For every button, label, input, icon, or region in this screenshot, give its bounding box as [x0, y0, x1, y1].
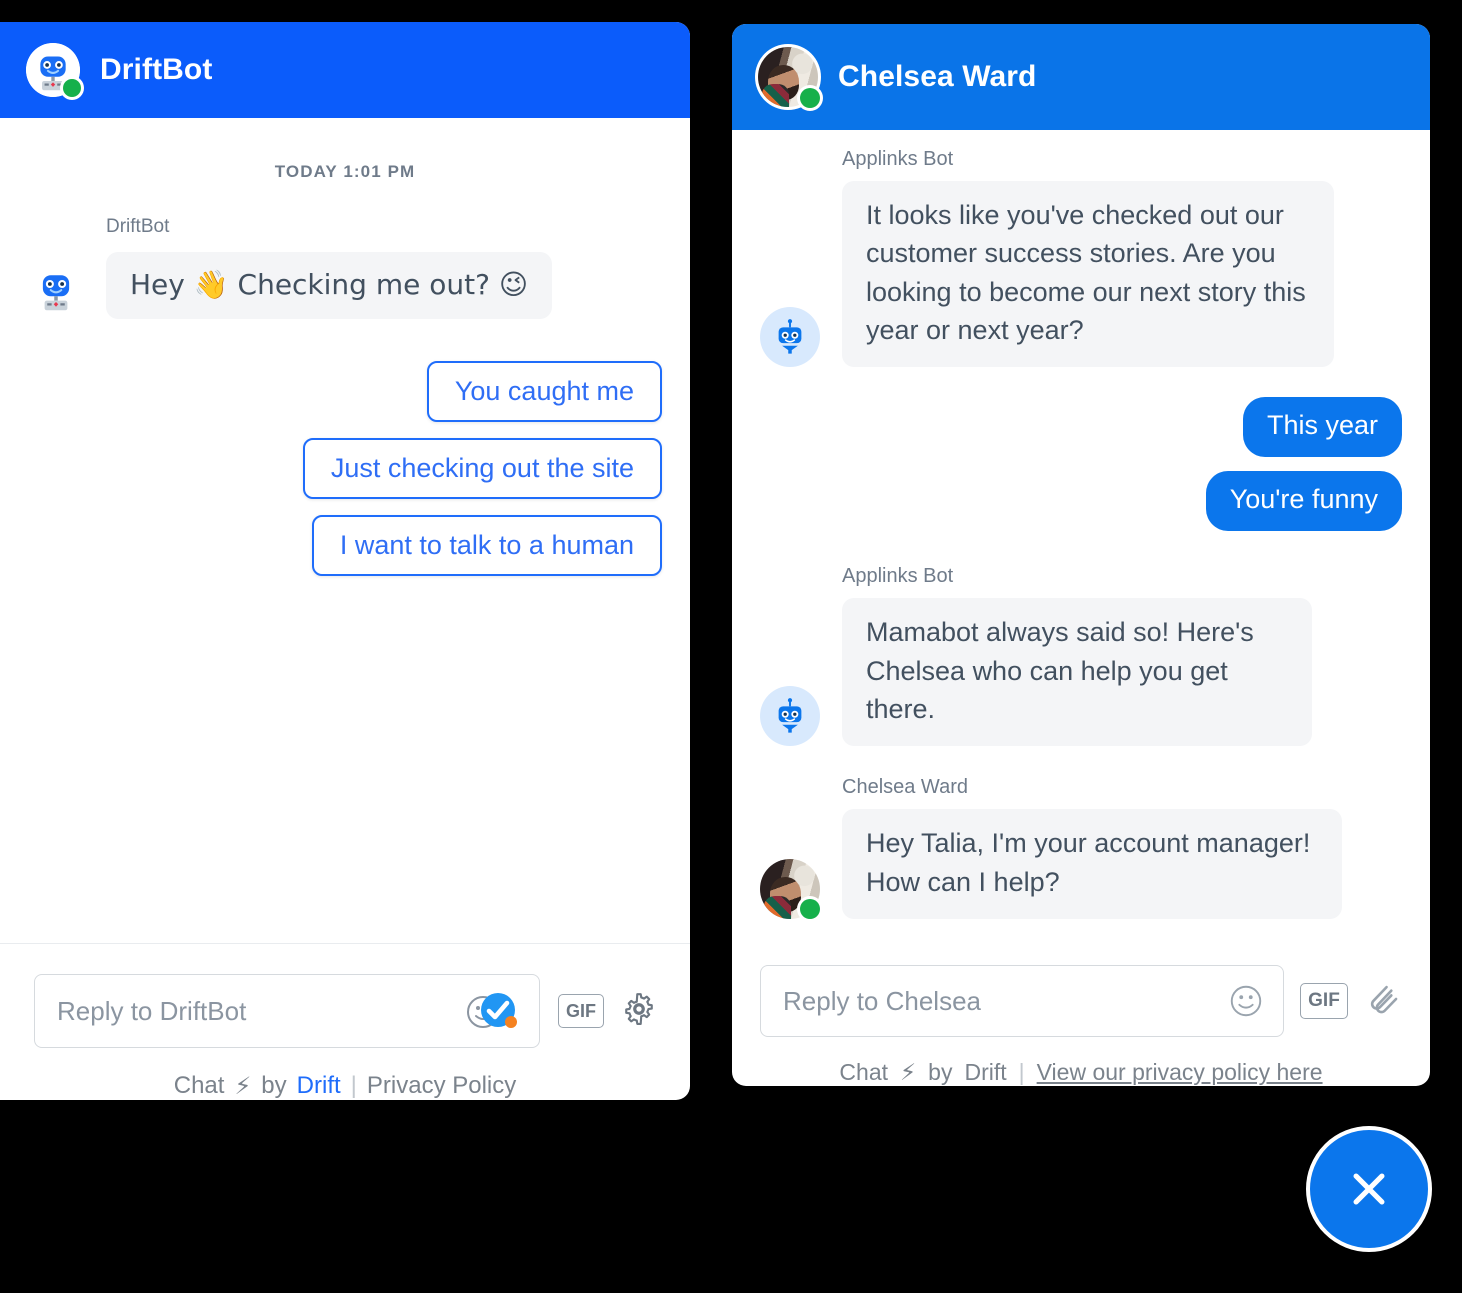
bolt-icon: ⚡ — [900, 1060, 916, 1086]
message-row: Mamabot always said so! Here's Chelsea w… — [760, 598, 1402, 746]
message-sender: Applinks Bot — [842, 148, 1402, 171]
left-composer: Reply to DriftBot GIF — [0, 944, 690, 1048]
quick-reply-list: You caught me Just checking out the site… — [28, 361, 662, 576]
left-panel-header: DriftBot — [0, 22, 690, 118]
avatar — [758, 47, 818, 107]
drift-brand-link[interactable]: Drift — [297, 1072, 341, 1100]
reply-input[interactable]: Reply to DriftBot — [34, 974, 540, 1048]
robot-avatar-icon — [760, 686, 820, 746]
message-group-bot-2: Applinks Bot Mamabot always — [760, 565, 1402, 746]
footer-separator: | — [351, 1072, 357, 1100]
right-panel-header: Chelsea Ward — [732, 24, 1430, 130]
message-bubble-outgoing: This year — [1243, 397, 1402, 457]
online-status-dot — [800, 899, 820, 919]
robot-avatar-icon — [28, 263, 84, 319]
message-bubble: It looks like you've checked out our cus… — [842, 181, 1334, 367]
message-row: Hey 👋 Checking me out? 😉 — [28, 252, 662, 319]
message-bubble-outgoing: You're funny — [1206, 471, 1402, 531]
footer-by-label: by — [261, 1072, 286, 1100]
outgoing-message-group: This year You're funny — [760, 397, 1402, 531]
footer-chat-label: Chat — [839, 1059, 888, 1086]
reply-input[interactable]: Reply to Chelsea — [760, 965, 1284, 1037]
smiley-icon — [1227, 982, 1265, 1020]
left-message-list: TODAY 1:01 PM DriftBot — [0, 118, 690, 943]
page-title: DriftBot — [100, 53, 212, 87]
privacy-policy-link[interactable]: Privacy Policy — [367, 1072, 516, 1100]
footer-chat-label: Chat — [174, 1072, 225, 1100]
daystamp: TODAY 1:01 PM — [28, 118, 662, 216]
drift-brand-label: Drift — [964, 1059, 1006, 1086]
gif-button[interactable]: GIF — [558, 994, 604, 1028]
reply-input-placeholder: Reply to DriftBot — [57, 996, 463, 1027]
gif-button[interactable]: GIF — [1300, 983, 1348, 1019]
gear-icon[interactable] — [622, 992, 656, 1031]
driftbot-chat-panel: DriftBot TODAY 1:01 PM DriftBot — [0, 22, 690, 1100]
message-group-driftbot: DriftBot — [28, 216, 662, 319]
message-sender: Applinks Bot — [842, 565, 1402, 588]
person-photo-avatar — [760, 859, 820, 919]
footer-separator: | — [1019, 1059, 1025, 1086]
message-row: It looks like you've checked out our cus… — [760, 181, 1402, 367]
emoji-picker-button[interactable] — [463, 988, 525, 1034]
emoji-picker-button[interactable] — [1227, 982, 1265, 1020]
chelsea-chat-panel: Chelsea Ward Applinks Bot — [732, 24, 1430, 1086]
page-title: Chelsea Ward — [838, 60, 1037, 94]
footer-by-label: by — [928, 1059, 952, 1086]
right-composer: Reply to Chelsea GIF — [732, 965, 1430, 1037]
quick-reply-button-1[interactable]: Just checking out the site — [303, 438, 662, 499]
message-sender: Chelsea Ward — [842, 776, 1402, 799]
message-group-chelsea: Chelsea Ward Hey Talia, I'm your account… — [760, 776, 1402, 919]
right-footer: Chat ⚡ by Drift | View our privacy polic… — [732, 1037, 1430, 1086]
message-sender: DriftBot — [106, 216, 662, 238]
bolt-icon: ⚡ — [234, 1072, 251, 1100]
privacy-policy-link[interactable]: View our privacy policy here — [1037, 1059, 1323, 1086]
robot-avatar-icon — [760, 307, 820, 367]
right-message-list: Applinks Bot It looks like y — [732, 130, 1430, 965]
check-badge-icon — [477, 990, 521, 1034]
online-status-dot — [800, 88, 820, 108]
message-bubble: Hey 👋 Checking me out? 😉 — [106, 252, 552, 319]
message-bubble: Hey Talia, I'm your account manager! How… — [842, 809, 1342, 919]
message-bubble: Mamabot always said so! Here's Chelsea w… — [842, 598, 1312, 746]
avatar — [26, 43, 80, 97]
quick-reply-button-0[interactable]: You caught me — [427, 361, 662, 422]
screen: DriftBot TODAY 1:01 PM DriftBot — [0, 0, 1462, 1293]
close-button[interactable] — [1306, 1126, 1432, 1252]
left-footer: Chat ⚡ by Drift | Privacy Policy — [0, 1048, 690, 1100]
reply-input-placeholder: Reply to Chelsea — [783, 986, 1227, 1017]
quick-reply-button-2[interactable]: I want to talk to a human — [312, 515, 662, 576]
paperclip-icon[interactable] — [1364, 980, 1402, 1023]
message-group-bot-1: Applinks Bot It looks like y — [760, 148, 1402, 367]
close-x-icon — [1338, 1158, 1400, 1220]
online-status-dot — [63, 79, 81, 97]
message-row: Hey Talia, I'm your account manager! How… — [760, 809, 1402, 919]
